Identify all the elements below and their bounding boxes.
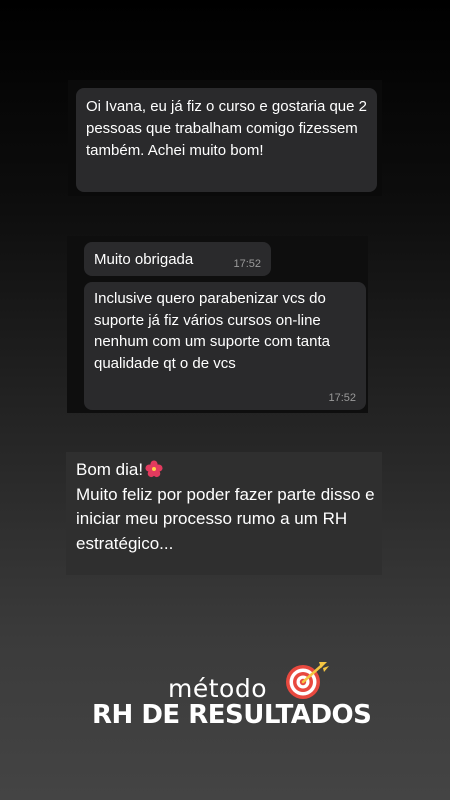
message-text: Oi Ivana, eu já fiz o curso e gostaria q… xyxy=(86,98,367,159)
chat-bubble: Inclusive quero parabenizar vcs do supor… xyxy=(84,282,366,410)
body-text: Muito feliz por poder fazer parte disso … xyxy=(76,484,375,553)
message-text: Inclusive quero parabenizar vcs do supor… xyxy=(94,290,330,372)
message-text: Muito obrigada xyxy=(94,251,194,268)
chat-bubble: Muito obrigada 17:52 xyxy=(84,242,271,276)
message-time: 17:52 xyxy=(328,392,356,404)
chat-bubble: Oi Ivana, eu já fiz o curso e gostaria q… xyxy=(76,88,377,192)
greeting-text: Bom dia! xyxy=(76,460,144,479)
hibiscus-icon xyxy=(145,460,163,478)
logo-line-1: método xyxy=(168,674,267,703)
message-time: 17:52 xyxy=(233,258,261,270)
target-arrow-icon xyxy=(283,658,331,702)
logo-line-2: RH DE RESULTADOS xyxy=(92,700,372,730)
testimonial-message: Bom dia! Muito feliz por poder fazer par… xyxy=(76,458,376,556)
